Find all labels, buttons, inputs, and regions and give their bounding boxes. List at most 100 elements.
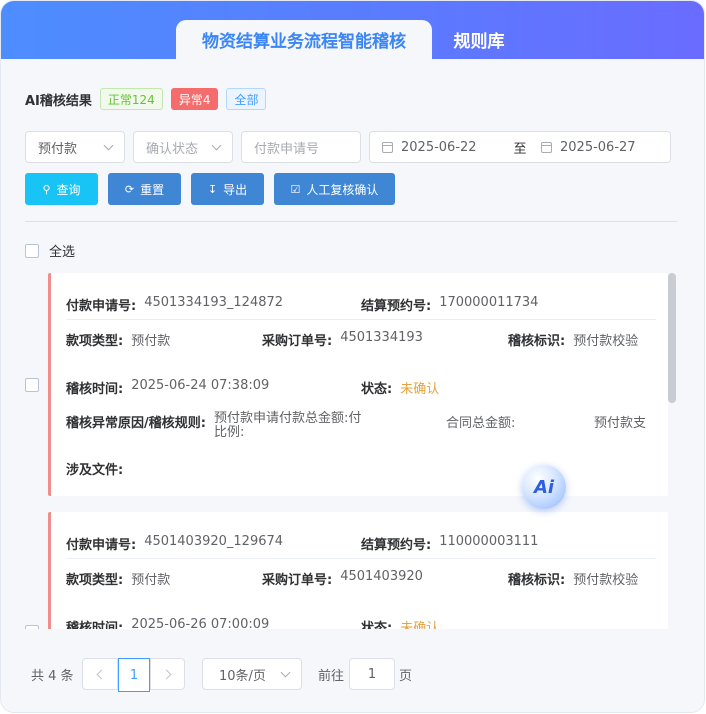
goto-suffix: 页 xyxy=(399,668,413,684)
audit-flag-field: 稽核标识: 预付款校验 xyxy=(508,330,638,349)
audit-time-value: 2025-06-26 07:00:09 xyxy=(131,617,270,629)
audit-summary: AI稽核结果 正常124 异常4 全部 xyxy=(25,88,274,110)
ai-assistant-button[interactable]: Ai xyxy=(522,465,566,509)
export-button[interactable]: ↧ 导出 xyxy=(191,173,264,205)
confirm-status-select[interactable]: 确认状态 xyxy=(133,131,233,163)
request-no-placeholder: 付款申请号 xyxy=(254,141,320,157)
audit-time-label: 稽核时间: xyxy=(66,382,124,397)
date-from[interactable]: 2025-06-22 xyxy=(382,132,477,162)
refresh-icon: ⟳ xyxy=(124,182,135,196)
calendar-icon xyxy=(382,141,393,153)
all-tag[interactable]: 全部 xyxy=(226,88,267,110)
payment-type-value: 预付款 xyxy=(38,141,78,157)
date-to[interactable]: 2025-06-27 xyxy=(541,132,636,162)
settlement-no-field: 结算预约号: 170000011734 xyxy=(361,295,538,314)
audit-time-field: 稽核时间: 2025-06-26 07:00:09 xyxy=(66,617,269,629)
settlement-no-value: 170000011734 xyxy=(439,295,539,310)
export-label: 导出 xyxy=(223,182,248,197)
request-no-value: 4501334193_124872 xyxy=(144,295,284,310)
date-from-value: 2025-06-22 xyxy=(401,139,477,155)
payment-type-label: 款项类型: xyxy=(66,573,124,588)
contract-amount-field: 合同总金额: xyxy=(446,412,515,431)
request-no-label: 付款申请号: xyxy=(66,538,137,553)
reset-button[interactable]: ⟳ 重置 xyxy=(108,173,181,205)
settlement-no-field: 结算预约号: 110000003111 xyxy=(361,534,538,553)
manual-confirm-button[interactable]: ☑ 人工复核确认 xyxy=(274,173,395,205)
status-label: 状态: xyxy=(361,382,393,397)
normal-count-tag[interactable]: 正常124 xyxy=(99,88,163,110)
audit-flag-field: 稽核标识: 预付款校验 xyxy=(508,569,638,588)
list-scrollbar[interactable] xyxy=(668,273,676,403)
po-no-value: 4501403920 xyxy=(340,569,423,584)
date-range-picker[interactable]: 2025-06-22 至 2025-06-27 xyxy=(369,131,671,163)
app-window: 物资结算业务流程智能稽核 规则库 AI稽核结果 正常124 异常4 全部 预付款… xyxy=(0,0,705,713)
pagination: 共 4 条 1 10条/页 前往 1 页 xyxy=(31,658,681,692)
manual-confirm-label: 人工复核确认 xyxy=(306,182,379,197)
divider xyxy=(25,221,677,222)
audit-flag-label: 稽核标识: xyxy=(508,573,566,588)
date-separator: 至 xyxy=(512,132,528,162)
settlement-no-value: 110000003111 xyxy=(439,534,539,549)
select-all[interactable]: 全选 xyxy=(25,241,75,260)
tab-rule-library[interactable]: 规则库 xyxy=(439,20,519,59)
audit-flag-value: 预付款校验 xyxy=(573,334,639,349)
audit-reason-label: 稽核异常原因/稽核规则: xyxy=(66,416,206,431)
abnormal-count-tag[interactable]: 异常4 xyxy=(170,88,219,110)
status-field: 状态: 未确认 xyxy=(361,378,439,397)
page-size-select[interactable]: 10条/页 xyxy=(202,658,302,690)
payment-type-field: 款项类型: 预付款 xyxy=(66,569,170,588)
files-field: 涉及文件: xyxy=(66,459,131,478)
goto-page-input[interactable]: 1 xyxy=(349,658,395,690)
goto-label: 前往 xyxy=(318,668,345,684)
record-checkbox[interactable] xyxy=(25,625,39,629)
select-all-checkbox[interactable] xyxy=(25,243,39,258)
request-no-field: 付款申请号: 4501403920_129674 xyxy=(66,534,283,553)
record-checkbox[interactable] xyxy=(25,378,39,392)
po-no-value: 4501334193 xyxy=(340,330,423,345)
record-card: 付款申请号: 4501334193_124872 结算预约号: 17000001… xyxy=(48,273,668,496)
chevron-right-icon xyxy=(161,669,171,679)
record-list[interactable]: 付款申请号: 4501334193_124872 结算预约号: 17000001… xyxy=(1,271,704,629)
chevron-down-icon xyxy=(280,667,291,677)
request-no-input[interactable]: 付款申请号 xyxy=(241,131,361,163)
audit-flag-value: 预付款校验 xyxy=(573,573,639,588)
payment-type-select[interactable]: 预付款 xyxy=(25,131,125,163)
tab-audit[interactable]: 物资结算业务流程智能稽核 xyxy=(176,20,432,59)
po-no-field: 采购订单号: 4501403920 xyxy=(262,569,423,588)
po-no-label: 采购订单号: xyxy=(262,334,333,349)
card-divider xyxy=(66,558,656,559)
date-to-value: 2025-06-27 xyxy=(560,139,636,155)
query-button[interactable]: ⚲ 查询 xyxy=(25,173,98,205)
contract-amount-text: 合同总金额: xyxy=(446,416,516,431)
summary-title: AI稽核结果 xyxy=(25,93,92,109)
settlement-no-label: 结算预约号: xyxy=(361,299,432,314)
status-value: 未确认 xyxy=(400,382,440,397)
audit-reason-field: 稽核异常原因/稽核规则: 预付款申请付款总金额:付比例: xyxy=(66,412,374,440)
audit-time-field: 稽核时间: 2025-06-24 07:38:09 xyxy=(66,378,269,397)
prev-page-button[interactable] xyxy=(82,658,118,690)
clipboard-check-icon: ☑ xyxy=(290,182,301,196)
current-page[interactable]: 1 xyxy=(118,658,150,692)
page-size-value: 10条/页 xyxy=(219,668,266,684)
query-label: 查询 xyxy=(56,182,81,197)
ai-badge-label: Ai xyxy=(533,476,555,498)
record-card: 付款申请号: 4501403920_129674 结算预约号: 11000000… xyxy=(48,512,668,629)
reset-label: 重置 xyxy=(140,182,165,197)
card-divider xyxy=(66,319,656,320)
po-no-field: 采购订单号: 4501334193 xyxy=(262,330,423,349)
po-no-label: 采购订单号: xyxy=(262,573,333,588)
header-bar: 物资结算业务流程智能稽核 规则库 xyxy=(1,1,704,59)
prepay-ratio-field: 预付款支 xyxy=(594,412,646,431)
files-label: 涉及文件: xyxy=(66,463,124,478)
total-count: 共 4 条 xyxy=(31,668,74,684)
calendar-icon xyxy=(541,141,552,153)
audit-flag-label: 稽核标识: xyxy=(508,334,566,349)
chevron-down-icon xyxy=(103,140,114,150)
payment-type-value: 预付款 xyxy=(131,573,171,588)
status-field: 状态: 未确认 xyxy=(361,617,439,629)
status-label: 状态: xyxy=(361,621,393,629)
chevron-left-icon xyxy=(96,669,107,679)
chevron-down-icon xyxy=(211,140,222,150)
select-all-label: 全选 xyxy=(49,245,76,260)
next-page-button[interactable] xyxy=(150,658,185,690)
